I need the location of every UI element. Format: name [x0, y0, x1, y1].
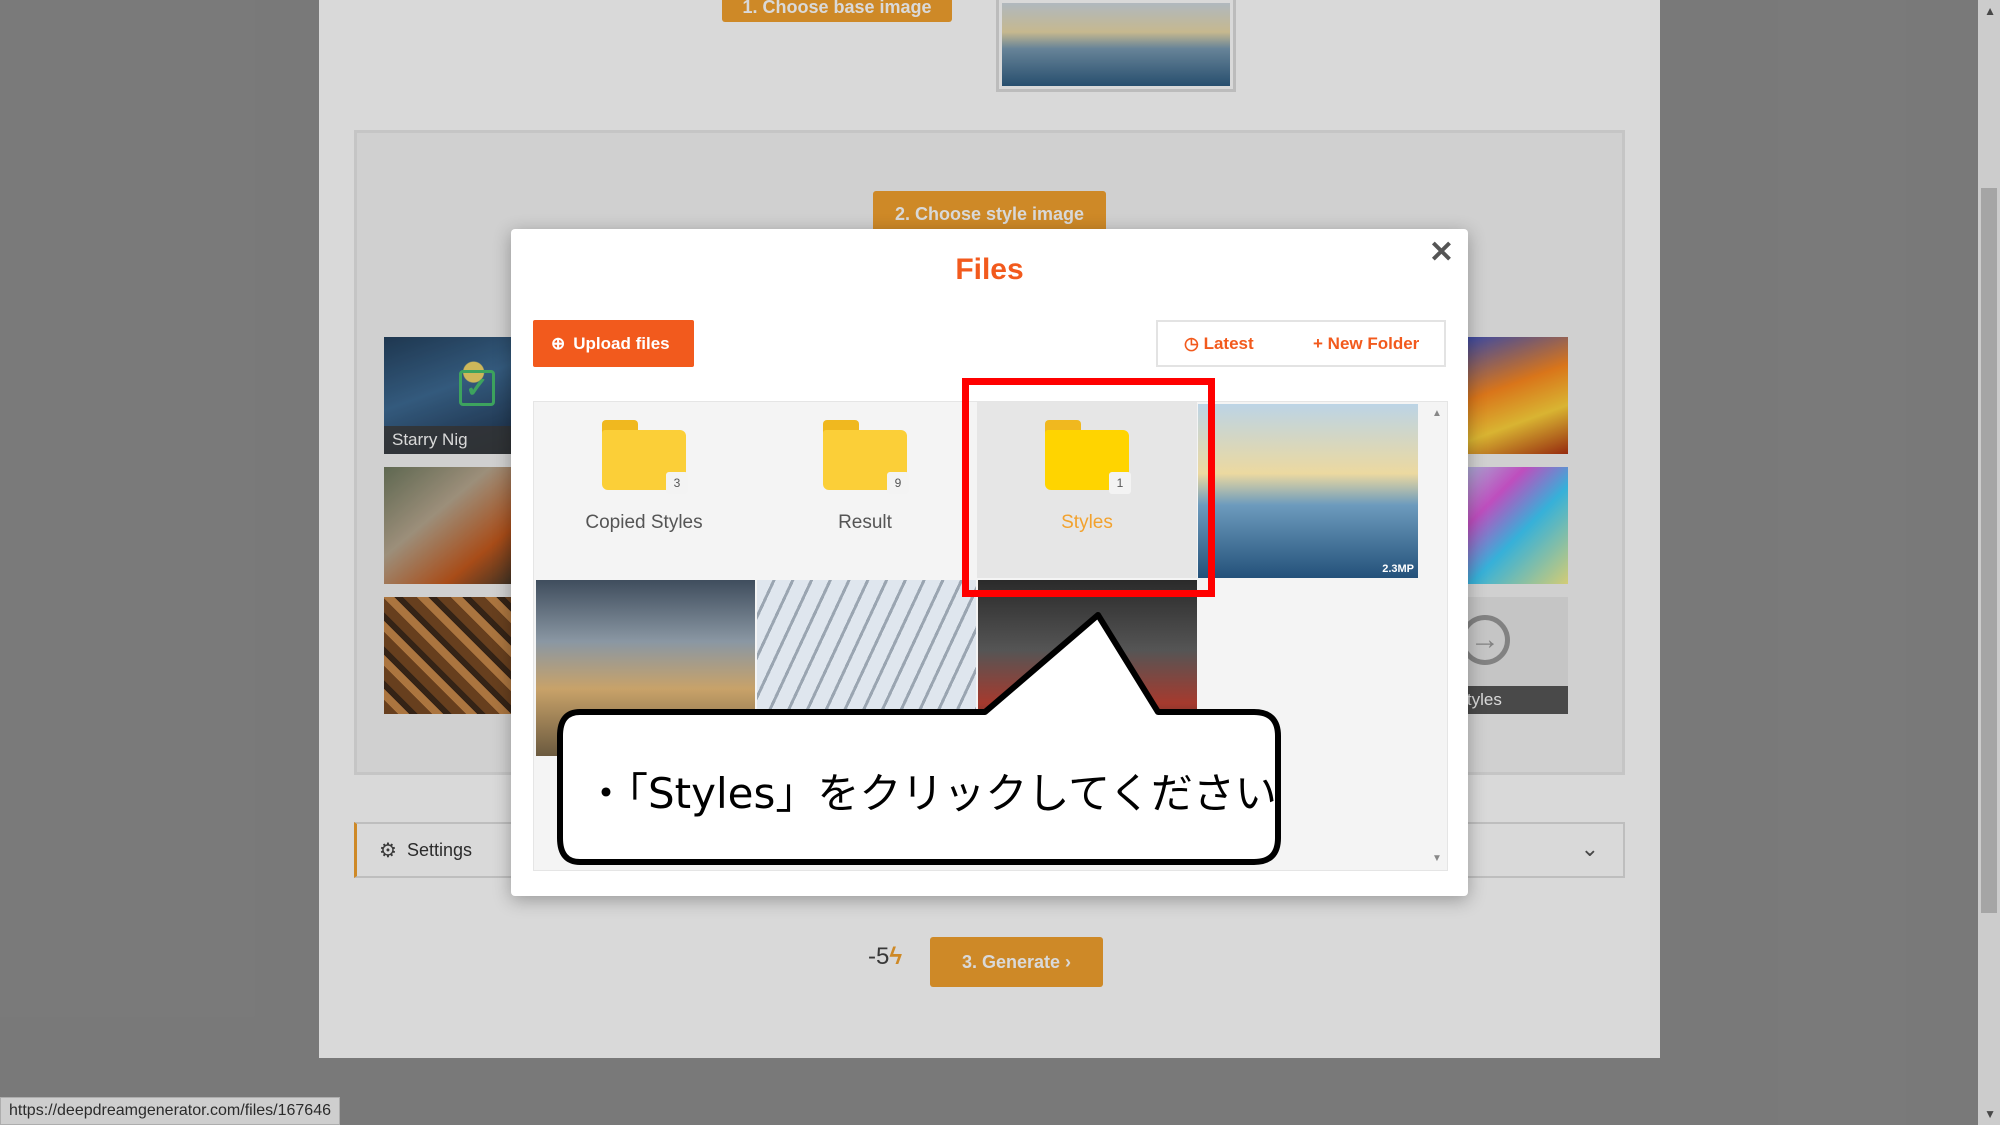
callout-text: ・「Styles」をクリックしてください	[585, 769, 1277, 818]
callout-bubble	[557, 612, 1281, 865]
